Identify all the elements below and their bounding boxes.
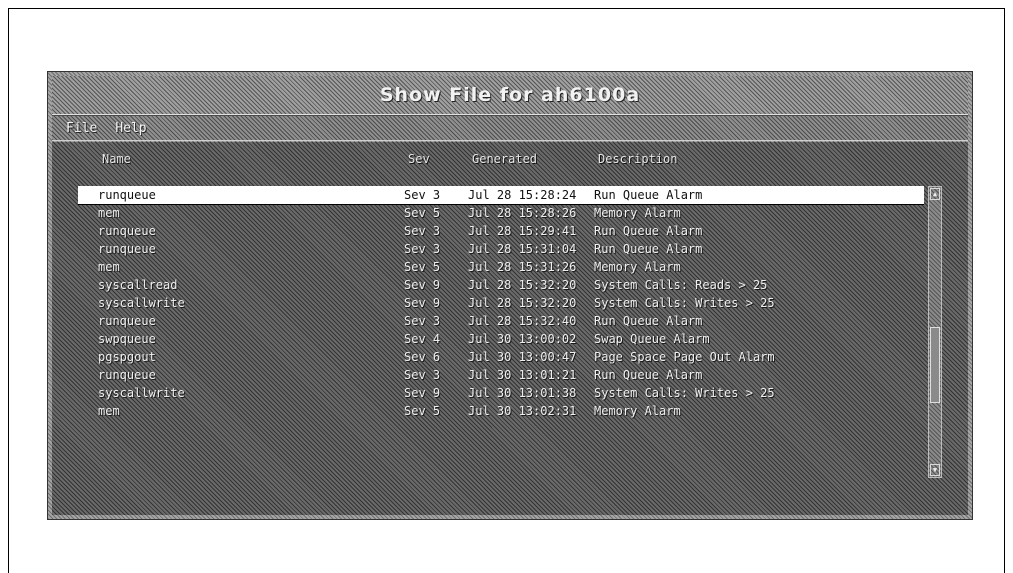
row-severity: Sev 5 [404,404,441,418]
menu-file[interactable]: File [62,121,101,136]
row-description: Run Queue Alarm [594,368,703,382]
row-generated: Jul 28 15:32:20 [468,296,577,310]
row-name: runqueue [98,188,156,202]
vertical-scrollbar[interactable]: ▲ ▼ [928,186,942,478]
row-severity: Sev 6 [404,350,441,364]
row-generated: Jul 28 15:32:20 [468,278,577,292]
row-description: System Calls: Writes > 25 [594,386,775,400]
row-description: Run Queue Alarm [594,314,703,328]
row-severity: Sev 3 [404,188,441,202]
table-row[interactable]: mem Sev 5 Jul 28 15:31:26 Memory Alarm [78,258,924,276]
row-generated: Jul 30 13:01:21 [468,368,577,382]
row-description: System Calls: Writes > 25 [594,296,775,310]
table-row[interactable]: runqueue Sev 3 Jul 28 15:28:24 Run Queue Al… [78,186,924,205]
row-description: Memory Alarm [594,260,681,274]
row-name: runqueue [98,242,156,256]
row-generated: Jul 30 13:00:02 [468,332,577,346]
row-name: runqueue [98,314,156,328]
table-row[interactable]: syscallwrite Sev 9 Jul 30 13:01:38 System C… [78,384,924,402]
row-generated: Jul 30 13:01:38 [468,386,577,400]
column-headers: Name Sev Generated Description [52,142,968,180]
row-name: mem [98,206,120,220]
row-generated: Jul 28 15:28:26 [468,206,577,220]
menu-help[interactable]: Help [111,121,150,136]
row-severity: Sev 9 [404,386,441,400]
scrollbar-thumb[interactable] [930,327,940,403]
row-severity: Sev 9 [404,296,441,310]
row-description: Page Space Page Out Alarm [594,350,775,364]
row-generated: Jul 28 15:31:26 [468,260,577,274]
row-severity: Sev 3 [404,242,441,256]
table-row[interactable]: runqueue Sev 3 Jul 28 15:32:40 Run Queue Al… [78,312,924,330]
row-description: Run Queue Alarm [594,188,703,202]
column-header-description[interactable]: Description [598,152,677,166]
table-row[interactable]: mem Sev 5 Jul 28 15:28:26 Memory Alarm [78,204,924,222]
column-header-generated[interactable]: Generated [472,152,537,166]
row-name: syscallwrite [98,296,185,310]
up-arrow-icon[interactable]: ▲ [930,188,940,200]
row-description: Memory Alarm [594,206,681,220]
row-name: syscallwrite [98,386,185,400]
row-name: mem [98,404,120,418]
row-severity: Sev 3 [404,314,441,328]
row-description: Run Queue Alarm [594,242,703,256]
row-name: mem [98,260,120,274]
row-description: Memory Alarm [594,404,681,418]
row-severity: Sev 5 [404,206,441,220]
down-arrow-icon[interactable]: ▼ [930,464,940,476]
row-name: syscallread [98,278,178,292]
row-generated: Jul 30 13:00:47 [468,350,577,364]
table-row[interactable]: pgspgout Sev 6 Jul 30 13:00:47 Page Space P… [78,348,924,366]
table-row[interactable]: runqueue Sev 3 Jul 28 15:29:41 Run Queue Al… [78,222,924,240]
table-row[interactable]: syscallwrite Sev 9 Jul 28 15:32:20 System C… [78,294,924,312]
row-name: runqueue [98,368,156,382]
menu-bar: File Help [52,115,968,141]
row-description: Swap Queue Alarm [594,332,710,346]
show-file-window: Show File for ah6100a File Help Name Sev… [47,71,973,520]
table-row[interactable]: syscallread Sev 9 Jul 28 15:32:20 System Ca… [78,276,924,294]
table-row[interactable]: swpqueue Sev 4 Jul 30 13:00:02 Swap Queue A… [78,330,924,348]
row-generated: Jul 28 15:32:40 [468,314,577,328]
row-description: System Calls: Reads > 25 [594,278,768,292]
row-severity: Sev 3 [404,224,441,238]
row-generated: Jul 28 15:29:41 [468,224,577,238]
row-name: swpqueue [98,332,156,346]
row-generated: Jul 28 15:31:04 [468,242,577,256]
table-row[interactable]: mem Sev 5 Jul 30 13:02:31 Memory Alarm [78,402,924,420]
table-row[interactable]: runqueue Sev 3 Jul 28 15:31:04 Run Queue Al… [78,240,924,258]
file-list-panel: Name Sev Generated Description runqueue S… [52,142,968,515]
row-severity: Sev 4 [404,332,441,346]
row-description: Run Queue Alarm [594,224,703,238]
event-list[interactable]: runqueue Sev 3 Jul 28 15:28:24 Run Queue Al… [78,186,924,478]
row-severity: Sev 5 [404,260,441,274]
row-generated: Jul 30 13:02:31 [468,404,577,418]
row-generated: Jul 28 15:28:24 [468,188,577,202]
row-severity: Sev 9 [404,278,441,292]
window-titlebar[interactable]: Show File for ah6100a [52,76,968,115]
column-header-sev[interactable]: Sev [408,152,430,166]
row-name: runqueue [98,224,156,238]
table-row[interactable]: runqueue Sev 3 Jul 30 13:01:21 Run Queue Al… [78,366,924,384]
row-severity: Sev 3 [404,368,441,382]
window-title: Show File for ah6100a [379,84,641,106]
row-name: pgspgout [98,350,156,364]
column-header-name[interactable]: Name [102,152,131,166]
